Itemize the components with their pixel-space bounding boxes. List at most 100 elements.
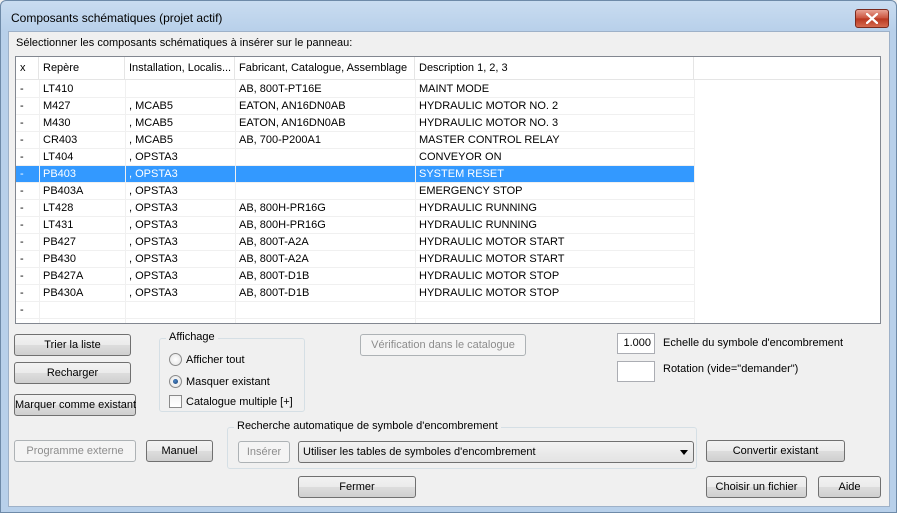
cell-x: - bbox=[20, 117, 24, 129]
cell-description: HYDRAULIC MOTOR STOP bbox=[419, 287, 560, 299]
cell-description: HYDRAULIC RUNNING bbox=[419, 219, 537, 231]
table-row[interactable]: - LT428 , OPSTA3 AB, 800H-PR16G HYDRAULIC RU… bbox=[16, 200, 694, 217]
footprint-source-select[interactable]: Utiliser les tables de symboles d'encomb… bbox=[298, 441, 694, 463]
cell-x: - bbox=[20, 304, 24, 316]
column-header-manufacturer[interactable]: Fabricant, Catalogue, Assemblage bbox=[235, 57, 415, 80]
cell-location: , OPSTA3 bbox=[129, 185, 178, 197]
cell-manufacturer: EATON, AN16DN0AB bbox=[239, 117, 346, 129]
table-row[interactable]: - PB427A , OPSTA3 AB, 800T-D1B HYDRAULIC MOT… bbox=[16, 268, 694, 285]
cell-location bbox=[125, 302, 235, 319]
hide-existing-label: Masquer existant bbox=[186, 375, 270, 388]
radio-unchecked-icon bbox=[169, 353, 182, 366]
cell-x: - bbox=[20, 151, 24, 163]
cell-location: , OPSTA3 bbox=[129, 270, 178, 282]
components-list[interactable]: x Repère Installation, Localis... Fabric… bbox=[15, 56, 881, 324]
cell-manufacturer: AB, 800H-PR16G bbox=[239, 202, 326, 214]
external-program-button[interactable]: Programme externe bbox=[14, 440, 136, 462]
catalog-check-button[interactable]: Vérification dans le catalogue bbox=[360, 334, 526, 356]
sort-list-button[interactable]: Trier la liste bbox=[14, 334, 131, 356]
cell-description: HYDRAULIC MOTOR NO. 2 bbox=[419, 100, 559, 112]
checkbox-unchecked-icon bbox=[169, 395, 182, 408]
cell-manufacturer: EATON, AN16DN0AB bbox=[239, 100, 346, 112]
multi-catalog-checkbox[interactable]: Catalogue multiple [+] bbox=[169, 395, 293, 408]
column-divider bbox=[125, 80, 126, 323]
column-header-x[interactable]: x bbox=[16, 57, 39, 80]
cell-description: CONVEYOR ON bbox=[419, 151, 502, 163]
multi-catalog-label: Catalogue multiple [+] bbox=[186, 395, 293, 408]
cell-manufacturer: AB, 800T-A2A bbox=[239, 236, 309, 248]
cell-x: - bbox=[20, 185, 24, 197]
table-row[interactable]: - PB430 , OPSTA3 AB, 800T-A2A HYDRAULIC MOTO… bbox=[16, 251, 694, 268]
cell-location: , MCAB5 bbox=[129, 117, 174, 129]
close-button[interactable]: Fermer bbox=[298, 476, 416, 498]
table-row[interactable]: - LT410 AB, 800T-PT16E MAINT MODE bbox=[16, 81, 694, 98]
reload-button[interactable]: Recharger bbox=[14, 362, 131, 384]
cell-x: - bbox=[20, 134, 24, 146]
cell-manufacturer bbox=[235, 183, 415, 200]
help-button[interactable]: Aide bbox=[818, 476, 881, 498]
cell-description bbox=[415, 302, 694, 319]
cell-manufacturer bbox=[235, 166, 415, 183]
display-group-title: Affichage bbox=[166, 331, 218, 343]
cell-x: - bbox=[20, 253, 24, 265]
cell-x: - bbox=[20, 236, 24, 248]
convert-existing-button[interactable]: Convertir existant bbox=[706, 440, 845, 462]
table-row[interactable]: - M427 , MCAB5 EATON, AN16DN0AB HYDRAULIC MO… bbox=[16, 98, 694, 115]
auto-search-title: Recherche automatique de symbole d'encom… bbox=[234, 420, 501, 432]
cell-tag: M430 bbox=[43, 117, 71, 129]
table-row[interactable]: - PB430A , OPSTA3 AB, 800T-D1B HYDRAULIC MOT… bbox=[16, 285, 694, 302]
cell-tag: PB403 bbox=[43, 168, 77, 180]
cell-tag: PB427 bbox=[43, 236, 77, 248]
table-row[interactable]: - bbox=[16, 302, 694, 319]
cell-location: , OPSTA3 bbox=[129, 202, 178, 214]
insert-button[interactable]: Insérer bbox=[238, 441, 290, 463]
rotation-input[interactable] bbox=[617, 361, 655, 382]
cell-manufacturer bbox=[235, 302, 415, 319]
cell-tag: M427 bbox=[43, 100, 71, 112]
column-divider bbox=[235, 80, 236, 323]
table-row[interactable]: - CR403 , MCAB5 AB, 700-P200A1 MASTER CONTRO… bbox=[16, 132, 694, 149]
column-header-tag[interactable]: Repère bbox=[39, 57, 125, 80]
cell-location bbox=[125, 81, 235, 98]
cell-location: , MCAB5 bbox=[129, 100, 174, 112]
cell-manufacturer bbox=[235, 149, 415, 166]
choose-file-button[interactable]: Choisir un fichier bbox=[706, 476, 807, 498]
show-all-radio[interactable]: Afficher tout bbox=[169, 353, 245, 366]
table-row[interactable]: - PB403 , OPSTA3 SYSTEM RESET bbox=[16, 166, 694, 183]
chevron-down-icon bbox=[680, 450, 688, 455]
mark-existing-button[interactable]: Marquer comme existant bbox=[14, 394, 136, 416]
rotation-label: Rotation (vide="demander") bbox=[663, 363, 799, 375]
dialog-window: Composants schématiques (projet actif) S… bbox=[0, 0, 897, 513]
column-header-description[interactable]: Description 1, 2, 3 bbox=[415, 57, 694, 80]
cell-x: - bbox=[20, 287, 24, 299]
dialog-client: Sélectionner les composants schématiques… bbox=[8, 31, 890, 507]
footprint-source-value: Utiliser les tables de symboles d'encomb… bbox=[303, 446, 536, 458]
table-row[interactable]: - M430 , MCAB5 EATON, AN16DN0AB HYDRAULIC MO… bbox=[16, 115, 694, 132]
cell-description: HYDRAULIC MOTOR START bbox=[419, 253, 565, 265]
column-divider bbox=[694, 80, 695, 323]
cell-location: , MCAB5 bbox=[129, 134, 174, 146]
cell-x: - bbox=[20, 83, 24, 95]
table-row[interactable]: - LT431 , OPSTA3 AB, 800H-PR16G HYDRAULIC RU… bbox=[16, 217, 694, 234]
cell-x: - bbox=[20, 219, 24, 231]
close-window-button[interactable] bbox=[855, 9, 889, 28]
cell-manufacturer: AB, 800T-D1B bbox=[239, 287, 310, 299]
row-divider bbox=[16, 318, 694, 319]
hide-existing-radio[interactable]: Masquer existant bbox=[169, 375, 270, 388]
cell-description: EMERGENCY STOP bbox=[419, 185, 523, 197]
cell-x: - bbox=[20, 202, 24, 214]
cell-x: - bbox=[20, 270, 24, 282]
title-bar[interactable]: Composants schématiques (projet actif) bbox=[1, 1, 896, 33]
cell-description: SYSTEM RESET bbox=[419, 168, 504, 180]
cell-tag: CR403 bbox=[43, 134, 78, 146]
table-row[interactable]: - PB403A , OPSTA3 EMERGENCY STOP bbox=[16, 183, 694, 200]
scale-input[interactable]: 1.000 bbox=[617, 333, 655, 354]
list-header: x Repère Installation, Localis... Fabric… bbox=[16, 57, 880, 80]
table-row[interactable]: - PB427 , OPSTA3 AB, 800T-A2A HYDRAULIC MOTO… bbox=[16, 234, 694, 251]
show-all-label: Afficher tout bbox=[186, 353, 245, 366]
cell-manufacturer: AB, 800T-A2A bbox=[239, 253, 309, 265]
cell-tag: PB430A bbox=[43, 287, 84, 299]
manual-button[interactable]: Manuel bbox=[146, 440, 213, 462]
table-row[interactable]: - LT404 , OPSTA3 CONVEYOR ON bbox=[16, 149, 694, 166]
column-header-location[interactable]: Installation, Localis... bbox=[125, 57, 235, 80]
